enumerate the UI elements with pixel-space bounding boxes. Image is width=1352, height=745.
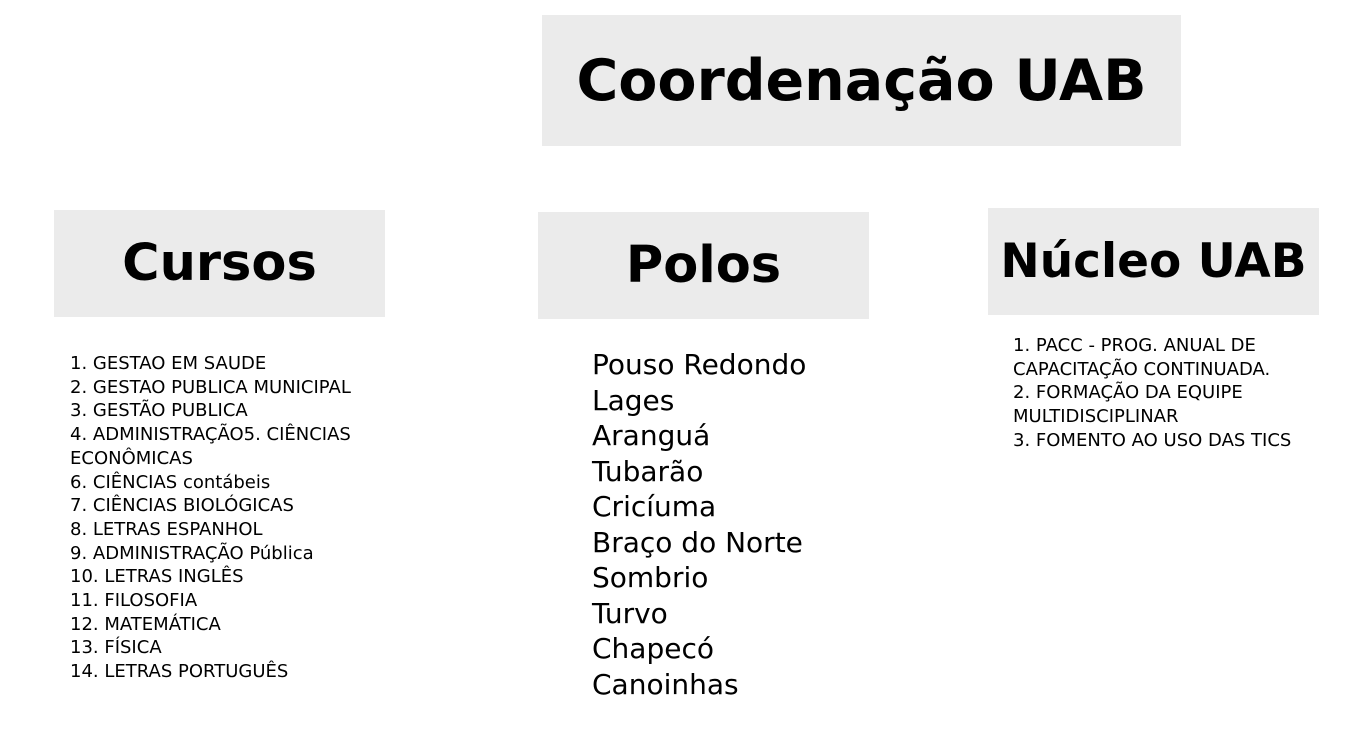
curso-item: 7. CIÊNCIAS BIOLÓGICAS xyxy=(70,495,294,517)
cursos-heading-box: Cursos xyxy=(54,210,385,317)
polo-item: Tubarão xyxy=(592,454,704,488)
curso-item: 10. LETRAS INGLÊS xyxy=(70,566,244,588)
curso-item: 13. FÍSICA xyxy=(70,637,162,659)
curso-item: 4. ADMINISTRAÇÃO5. CIÊNCIAS ECONÔMICAS xyxy=(70,424,351,469)
nucleo-heading: Núcleo UAB xyxy=(1000,234,1307,289)
polo-item: Pouso Redondo xyxy=(592,348,807,381)
polo-item: Chapecó xyxy=(592,632,714,665)
polo-item: Aranguá xyxy=(592,419,711,452)
polo-item: Sombrio xyxy=(592,561,709,594)
polos-list: Pouso Redondo Lages Aranguá Tubarão Cric… xyxy=(592,347,892,702)
polo-item: Canoinhas xyxy=(592,667,739,701)
curso-item: 6. CIÊNCIAS contábeis xyxy=(70,471,271,493)
nucleo-item: 3. FOMENTO AO USO DAS TICS xyxy=(1013,429,1292,451)
nucleo-item: 1. PACC - PROG. ANUAL DE CAPACITAÇÃO CON… xyxy=(1013,335,1271,380)
nucleo-item: 2. FORMAÇÃO DA EQUIPE MULTIDISCIPLINAR xyxy=(1013,382,1243,428)
curso-item: 9. ADMINISTRAÇÃO Pública xyxy=(70,542,314,564)
curso-item: 1. GESTAO EM SAUDE xyxy=(70,353,267,374)
curso-item: 3. GESTÃO PUBLICA xyxy=(70,400,248,422)
curso-item: 11. FILOSOFIA xyxy=(70,590,198,612)
coordenacao-title-box: Coordenação UAB xyxy=(542,15,1181,146)
cursos-list: 1. GESTAO EM SAUDE 2. GESTAO PUBLICA MUN… xyxy=(70,352,380,684)
polos-heading-box: Polos xyxy=(538,212,869,319)
polos-heading: Polos xyxy=(625,236,782,295)
polo-item: Cricíuma xyxy=(592,490,717,523)
polo-item: Lages xyxy=(592,383,675,417)
curso-item: 14. LETRAS PORTUGUÊS xyxy=(70,661,289,683)
polo-item: Braço do Norte xyxy=(592,525,803,559)
nucleo-heading-box: Núcleo UAB xyxy=(988,208,1319,315)
curso-item: 2. GESTAO PUBLICA MUNICIPAL xyxy=(70,376,351,398)
cursos-heading: Cursos xyxy=(122,234,317,293)
polo-item: Turvo xyxy=(592,596,668,630)
coordenacao-title: Coordenação UAB xyxy=(576,47,1147,114)
curso-item: 12. MATEMÁTICA xyxy=(70,613,221,635)
curso-item: 8. LETRAS ESPANHOL xyxy=(70,518,263,540)
nucleo-list: 1. PACC - PROG. ANUAL DE CAPACITAÇÃO CON… xyxy=(1013,334,1323,453)
